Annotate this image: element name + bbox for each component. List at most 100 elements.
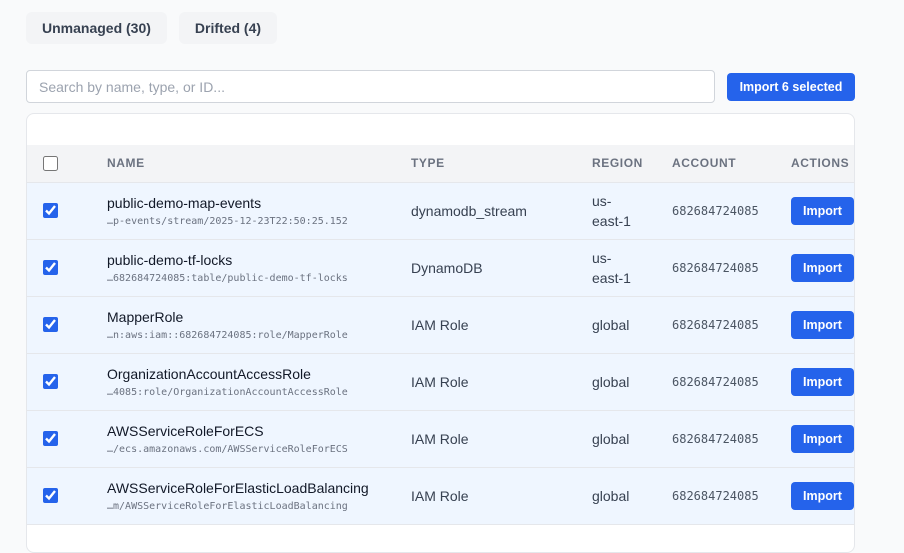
resource-account-cell: 682684724085 bbox=[672, 182, 791, 240]
search-input[interactable] bbox=[26, 70, 715, 103]
select-all-cell bbox=[27, 145, 107, 183]
column-header-region[interactable]: REGION bbox=[592, 145, 672, 183]
resource-name: AWSServiceRoleForECS bbox=[107, 422, 264, 439]
resource-name: public-demo-map-events bbox=[107, 194, 262, 211]
row-checkbox[interactable] bbox=[43, 488, 58, 503]
table-row: OrganizationAccountAccessRole …4085:role… bbox=[27, 353, 854, 411]
resource-region-cell: global bbox=[592, 467, 672, 525]
row-checkbox[interactable] bbox=[43, 317, 58, 332]
resource-account: 682684724085 bbox=[672, 488, 759, 503]
resource-region-line1: global bbox=[592, 316, 630, 333]
resource-account-cell: 682684724085 bbox=[672, 296, 791, 354]
table-row: public-demo-map-events …p-events/stream/… bbox=[27, 182, 854, 240]
resource-id: …/ecs.amazonaws.com/AWSServiceRoleForECS bbox=[107, 443, 348, 455]
resource-region-line1: us- bbox=[592, 192, 612, 209]
resource-actions-cell: Import bbox=[791, 353, 854, 411]
resource-type: IAM Role bbox=[411, 430, 469, 447]
resource-id: …m/AWSServiceRoleForElasticLoadBalancing bbox=[107, 500, 348, 512]
row-select-cell bbox=[27, 182, 107, 240]
table-row: AWSServiceRoleForECS …/ecs.amazonaws.com… bbox=[27, 410, 854, 468]
resource-name-cell: MapperRole …n:aws:iam::682684724085:role… bbox=[107, 296, 411, 354]
resource-account-cell: 682684724085 bbox=[672, 239, 791, 297]
row-select-cell bbox=[27, 410, 107, 468]
import-button[interactable]: Import bbox=[791, 424, 854, 453]
import-button[interactable]: Import bbox=[791, 367, 854, 396]
row-select-cell bbox=[27, 467, 107, 525]
tab-drifted[interactable]: Drifted (4) bbox=[178, 12, 278, 44]
resource-region-line2: east-1 bbox=[592, 269, 631, 286]
resource-account: 682684724085 bbox=[672, 317, 759, 332]
resource-account: 682684724085 bbox=[672, 260, 759, 275]
table-row: AWSServiceRoleForElasticLoadBalancing …m… bbox=[27, 467, 854, 525]
import-selected-button[interactable]: Import 6 selected bbox=[727, 73, 855, 101]
resource-name-cell: public-demo-map-events …p-events/stream/… bbox=[107, 182, 411, 240]
resource-name: OrganizationAccountAccessRole bbox=[107, 365, 311, 382]
table-body: public-demo-map-events …p-events/stream/… bbox=[27, 182, 854, 525]
table-row: MapperRole …n:aws:iam::682684724085:role… bbox=[27, 296, 854, 354]
column-header-account[interactable]: ACCOUNT bbox=[672, 145, 791, 183]
row-select-cell bbox=[27, 239, 107, 297]
resource-region-line1: global bbox=[592, 430, 630, 447]
resource-name-cell: OrganizationAccountAccessRole …4085:role… bbox=[107, 353, 411, 411]
table-row: public-demo-tf-locks …682684724085:table… bbox=[27, 239, 854, 297]
import-button[interactable]: Import bbox=[791, 253, 854, 282]
resource-name-cell: public-demo-tf-locks …682684724085:table… bbox=[107, 239, 411, 297]
resource-type-cell: IAM Role bbox=[411, 353, 592, 411]
row-checkbox[interactable] bbox=[43, 431, 58, 446]
resource-id: …4085:role/OrganizationAccountAccessRole bbox=[107, 386, 348, 398]
resource-region-cell: global bbox=[592, 296, 672, 354]
resource-type-cell: IAM Role bbox=[411, 467, 592, 525]
resource-type: IAM Role bbox=[411, 487, 469, 504]
row-checkbox[interactable] bbox=[43, 260, 58, 275]
column-header-actions: ACTIONS bbox=[791, 145, 854, 183]
column-header-name[interactable]: NAME bbox=[107, 145, 411, 183]
row-checkbox[interactable] bbox=[43, 374, 58, 389]
resource-type: DynamoDB bbox=[411, 259, 483, 276]
resource-region-line2: east-1 bbox=[592, 212, 631, 229]
row-checkbox[interactable] bbox=[43, 203, 58, 218]
resource-region-cell: global bbox=[592, 353, 672, 411]
row-select-cell bbox=[27, 296, 107, 354]
resource-actions-cell: Import bbox=[791, 239, 854, 297]
import-button[interactable]: Import bbox=[791, 481, 854, 510]
tab-unmanaged[interactable]: Unmanaged (30) bbox=[26, 12, 167, 44]
select-all-checkbox[interactable] bbox=[43, 155, 58, 171]
resource-region-line1: global bbox=[592, 487, 630, 504]
resource-type: dynamodb_stream bbox=[411, 202, 527, 219]
resource-account-cell: 682684724085 bbox=[672, 467, 791, 525]
resource-actions-cell: Import bbox=[791, 296, 854, 354]
table-header-row: NAME TYPE REGION ACCOUNT ACTIONS bbox=[27, 145, 854, 183]
resources-card: NAME TYPE REGION ACCOUNT ACTIONS public-… bbox=[26, 113, 855, 553]
resource-account-cell: 682684724085 bbox=[672, 353, 791, 411]
resource-name-cell: AWSServiceRoleForElasticLoadBalancing …m… bbox=[107, 467, 411, 525]
resource-account: 682684724085 bbox=[672, 203, 759, 218]
resource-region-cell: us- east-1 bbox=[592, 239, 672, 297]
column-header-type[interactable]: TYPE bbox=[411, 145, 592, 183]
resource-type-cell: DynamoDB bbox=[411, 239, 592, 297]
resource-actions-cell: Import bbox=[791, 467, 854, 525]
resource-type: IAM Role bbox=[411, 373, 469, 390]
resource-id: …p-events/stream/2025-12-23T22:50:25.152 bbox=[107, 215, 348, 227]
resource-actions-cell: Import bbox=[791, 182, 854, 240]
import-button[interactable]: Import bbox=[791, 196, 854, 225]
resource-type-cell: IAM Role bbox=[411, 410, 592, 468]
resource-account: 682684724085 bbox=[672, 374, 759, 389]
resource-account: 682684724085 bbox=[672, 431, 759, 446]
resource-name: MapperRole bbox=[107, 308, 184, 325]
resource-id: …n:aws:iam::682684724085:role/MapperRole bbox=[107, 329, 348, 341]
resource-account-cell: 682684724085 bbox=[672, 410, 791, 468]
resource-type-cell: IAM Role bbox=[411, 296, 592, 354]
resource-region-line1: global bbox=[592, 373, 630, 390]
resource-id: …682684724085:table/public-demo-tf-locks bbox=[107, 272, 348, 284]
tab-bar: Unmanaged (30) Drifted (4) bbox=[26, 12, 278, 44]
resource-name-cell: AWSServiceRoleForECS …/ecs.amazonaws.com… bbox=[107, 410, 411, 468]
resource-region-cell: us- east-1 bbox=[592, 182, 672, 240]
resource-name: AWSServiceRoleForElasticLoadBalancing bbox=[107, 479, 369, 496]
resource-region-cell: global bbox=[592, 410, 672, 468]
row-select-cell bbox=[27, 353, 107, 411]
resource-type: IAM Role bbox=[411, 316, 469, 333]
import-button[interactable]: Import bbox=[791, 310, 854, 339]
resource-name: public-demo-tf-locks bbox=[107, 251, 233, 268]
resources-table: NAME TYPE REGION ACCOUNT ACTIONS public-… bbox=[27, 145, 854, 525]
resource-actions-cell: Import bbox=[791, 410, 854, 468]
